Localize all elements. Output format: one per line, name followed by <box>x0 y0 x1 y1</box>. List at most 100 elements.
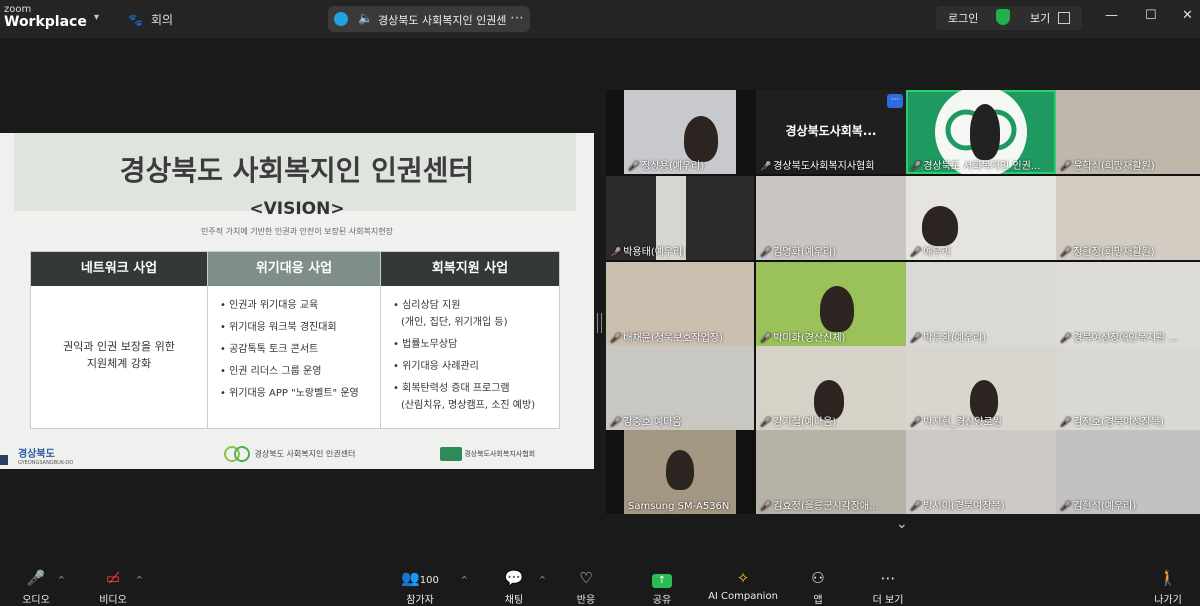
audio-options-caret-icon[interactable]: ^ <box>58 575 65 584</box>
tile-more-icon[interactable]: ··· <box>887 94 903 108</box>
mic-muted-icon: 🎤̸ <box>610 418 622 428</box>
maximize-icon[interactable]: ☐ <box>1145 8 1157 23</box>
shield-icon[interactable] <box>996 9 1010 25</box>
participant-tile[interactable]: 🎤̸ 예우리 <box>906 176 1056 260</box>
mic-muted-icon: 🎤̸ <box>1060 162 1072 172</box>
column-crisis: 위기대응 사업 • 인권과 위기대응 교육 • 위기대응 워크북 경진대회 • … <box>207 251 381 429</box>
participant-name: 🎤̸ 박미화(경산신체) <box>760 333 846 344</box>
participant-tile[interactable]: Samsung SM-A536N <box>624 430 736 514</box>
gallery-next-chevron-icon[interactable]: ⌄ <box>896 516 908 532</box>
share-button[interactable]: ↑ 공유 <box>644 561 680 606</box>
leave-button[interactable]: 🚶 나가기 <box>1148 561 1188 606</box>
participant-tile[interactable]: 🎤̸ 김정호(경북여성장복) <box>1056 346 1200 430</box>
participant-name: 🎤̸ 박용태(예우리) <box>610 247 687 258</box>
slide-vision-sub: 민주적 가치에 기반한 인권과 안전이 보장된 사회복지현장 <box>201 227 393 236</box>
center-logo: 경상북도 사회복지인 인권센터 <box>222 445 355 463</box>
header-actions: 로그인 보기 <box>936 6 1082 30</box>
participant-tile[interactable]: 🎤̸ 김현석(예우리) <box>1056 430 1200 514</box>
participant-tile[interactable]: 🎤̸ 배채윤(청욱보호작업장) <box>606 262 754 346</box>
footer-left-sub: GYEONGSANGBUK-DO <box>18 460 74 466</box>
participant-name: 🎤̸ 배채윤(청욱보호작업장) <box>610 333 724 344</box>
minimize-icon[interactable]: — <box>1105 8 1118 23</box>
mic-muted-icon: 🎤̸ <box>760 334 772 344</box>
participant-tile[interactable]: 경상북도사회복... ··· 🎤̸ 경상북도사회복지사협회 <box>756 90 906 174</box>
login-button[interactable]: 로그인 <box>948 10 978 26</box>
more-icon: ⋯ <box>880 569 896 587</box>
close-icon[interactable]: ✕ <box>1182 8 1193 23</box>
meeting-label: 회의 <box>150 13 174 27</box>
participant-tile[interactable]: 🎤̸ 강중호 예다움 <box>606 346 754 430</box>
mic-muted-icon: 🎤̸ <box>760 248 772 258</box>
video-options-caret-icon[interactable]: ^ <box>136 575 143 584</box>
participants-button[interactable]: 👥100 참가자 <box>398 561 442 606</box>
participant-name: 🎤̸ 경상북도사회복지사협회 <box>760 161 875 172</box>
participant-tile[interactable]: 🎤̸ 정현정(희망재활원) <box>1056 176 1200 260</box>
participant-name: 🎤̸ 김명화(예우리) <box>760 247 837 258</box>
participant-tile[interactable]: 🎤̸ 강기철(예다움) <box>756 346 906 430</box>
participant-video <box>666 450 694 490</box>
participant-video <box>820 286 854 332</box>
mic-muted-icon: 🎤̸ <box>1060 248 1072 258</box>
list-item: • 위기대응 사례관리 <box>393 361 479 372</box>
paw-icon: 🐾 <box>128 13 143 27</box>
audio-button[interactable]: 🎤 오디오 <box>16 561 56 606</box>
leave-icon: 🚶 <box>1158 569 1178 587</box>
video-button[interactable]: ▭̸ 비디오 <box>93 561 133 606</box>
split-drag-handle[interactable] <box>597 313 602 333</box>
participant-video <box>970 104 1000 160</box>
participant-tile[interactable]: 🎤̸ 김효정(울릉군시각장애... <box>756 430 906 514</box>
participant-tile-active-speaker[interactable]: 🎤̸ 경상북도 사회복지인 인권... <box>906 90 1056 174</box>
heart-logo-icon <box>224 446 250 462</box>
view-button[interactable]: 보기 <box>1030 10 1050 26</box>
apps-button[interactable]: ⚇ 앱 <box>800 561 836 606</box>
zoom-logo[interactable]: zoom Workplace <box>4 4 87 29</box>
participant-tile[interactable]: 🎤̸ 윤학식(희망재활원) <box>1056 90 1200 174</box>
apps-icon: ⚇ <box>811 569 825 587</box>
shared-screen: 경상북도 사회복지인 인권센터 <VISION> 민주적 가치에 기반한 인권과… <box>0 133 594 469</box>
slide-marker <box>0 455 8 465</box>
participant-tile[interactable]: 🎤̸ 김명화(예우리) <box>756 176 906 260</box>
reactions-button[interactable]: ♡ 반응 <box>568 561 604 606</box>
slide-title: 경상북도 사회복지인 인권센터 <box>119 154 475 187</box>
column-header: 네트워크 사업 <box>31 252 207 286</box>
meeting-tab[interactable]: 🔈 경상북도 사회복지인 인권센 ⋯ <box>328 6 530 32</box>
participant-tile[interactable]: 🎤̸ 방서이(경북여장복) <box>906 430 1056 514</box>
participant-tile[interactable]: 🎤̸ 경북여성장애인복지관 ... <box>1056 262 1200 346</box>
mic-muted-icon: 🎤̸ <box>1060 334 1072 344</box>
column-header: 회복지원 사업 <box>381 252 559 286</box>
column-header: 위기대응 사업 <box>208 252 380 286</box>
chat-caret-icon[interactable]: ^ <box>539 575 546 584</box>
participant-tile[interactable]: 🎤̸ 박두환(예우리) <box>906 262 1056 346</box>
participant-tile[interactable]: 🎤̸ 박지현_경산양로원 <box>906 346 1056 430</box>
participant-name: 🎤̸ 김현석(예우리) <box>1060 501 1137 512</box>
video-gallery: 🎤̸ 정상용(예우리) 경상북도사회복... ··· 🎤̸ 경상북도사회복지사협회 … <box>606 90 1200 514</box>
footer-right: 경상북도사회복지사협회 <box>464 450 536 458</box>
mic-muted-icon: 🎤̸ <box>1060 502 1072 512</box>
participant-name: 🎤̸ 정상용(예우리) <box>628 161 705 172</box>
more-button[interactable]: ⋯ 더 보기 <box>868 561 908 606</box>
participant-tile[interactable]: 🎤̸ 박미화(경산신체) <box>756 262 906 346</box>
column-network: 네트워크 사업 권익과 인권 보장을 위한 지원체계 강화 <box>30 251 208 429</box>
mic-muted-icon: 🎤̸ <box>610 334 622 344</box>
participants-caret-icon[interactable]: ^ <box>461 575 468 584</box>
participant-name: 🎤̸ 방서이(경북여장복) <box>910 501 1005 512</box>
grid-icon[interactable] <box>1058 12 1070 24</box>
list-item: (개인, 집단, 위기개입 등) <box>401 317 508 328</box>
association-logo-icon <box>440 447 462 461</box>
chevron-down-icon[interactable]: ▾ <box>94 12 99 23</box>
chat-button[interactable]: 💬 채팅 <box>496 561 532 606</box>
participant-tile[interactable]: 🎤̸ 박용태(예우리) <box>606 176 754 260</box>
footer-center: 경상북도 사회복지인 인권센터 <box>254 449 356 459</box>
list-item: (산림치유, 명상캠프, 소진 예방) <box>401 400 536 411</box>
list-item: • 위기대응 APP "노랑벨트" 운영 <box>220 388 359 399</box>
list-item: • 회복탄력성 증대 프로그램 <box>393 383 510 394</box>
mic-muted-icon: 🎤̸ <box>610 248 622 258</box>
mic-muted-icon: 🎤̸ <box>760 162 772 172</box>
participants-icon: 👥100 <box>401 569 439 587</box>
more-icon[interactable]: ⋯ <box>510 10 524 26</box>
meeting-menu[interactable]: 🐾 회의 <box>128 11 173 28</box>
list-item: • 인권 리더스 그룹 운영 <box>220 366 322 377</box>
ai-companion-button[interactable]: ✧ AI Companion <box>706 561 780 602</box>
mic-muted-icon: 🎤̸ <box>910 502 922 512</box>
participant-tile[interactable]: 🎤̸ 정상용(예우리) <box>624 90 736 174</box>
